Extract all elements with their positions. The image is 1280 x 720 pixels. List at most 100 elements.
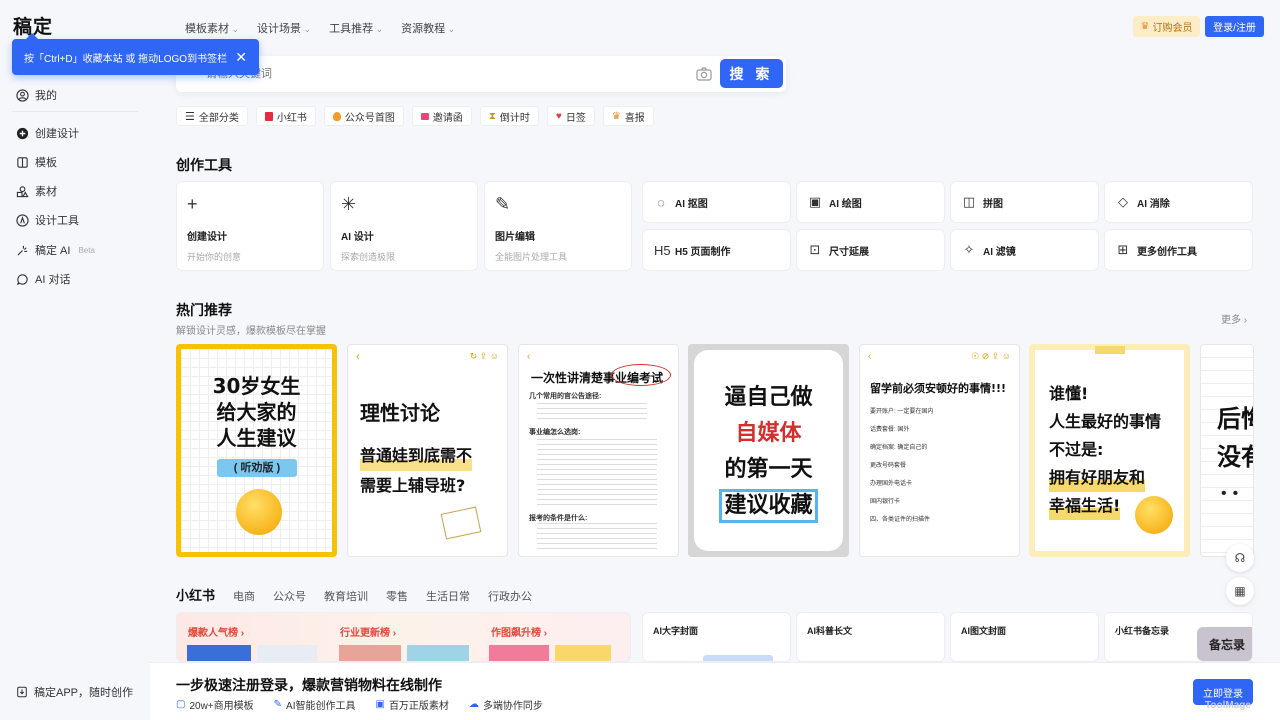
tool-ai-cutout[interactable]: ◌ AI 抠图 (642, 181, 791, 223)
card-line: 幸福生活! (1049, 492, 1121, 520)
nav-resource-tutorial[interactable]: 资源教程 (401, 20, 455, 36)
scene-card-title: AI大字封面 (653, 626, 699, 636)
tab-retail[interactable]: 零售 (386, 588, 408, 604)
category-chips: ☰ 全部分类 小红书 公众号首图 邀请函 ⧗ 倒计时 ♥ 日签 ♛ 喜报 (176, 106, 654, 126)
template-icon (17, 156, 28, 168)
category-label: 公众号首图 (344, 112, 395, 124)
template-card[interactable]: 30岁女生 给大家的 人生建议 ( 听劝版 ) (176, 344, 337, 557)
sidebar-item-material[interactable]: 素材 (16, 183, 57, 199)
thumbnail[interactable] (257, 645, 317, 661)
sidebar-item-ai[interactable]: 稿定 AI Beta (16, 242, 95, 258)
feature-sync: ☁ 多端协作同步 (468, 699, 543, 712)
tool-label: 更多创作工具 (1137, 246, 1197, 258)
template-card[interactable]: ‹ 一次性讲清楚事业编考试 几个常用的官公告途径: 事业编怎么选岗: 报考的条件… (518, 344, 679, 557)
nav-tool-recommend[interactable]: 工具推荐 (329, 20, 383, 36)
vip-label: 订购会员 (1152, 23, 1193, 34)
watermark: ToolMage (1205, 700, 1251, 711)
card-line: 建议收藏 (719, 489, 818, 523)
template-card[interactable]: 后悔 没有 •• (1200, 344, 1254, 557)
tool-collage[interactable]: ◫ 拼图 (950, 181, 1099, 223)
category-good-news[interactable]: ♛ 喜报 (602, 106, 654, 126)
nav-template-material[interactable]: 模板素材 (185, 20, 239, 36)
tab-daily-life[interactable]: 生活日常 (426, 588, 470, 604)
search-input[interactable] (206, 64, 686, 84)
thumbnail[interactable] (555, 645, 611, 661)
template-card[interactable]: ‹ ☉ ⊘ ⇪ ☺ 留学前必须安顿好的事情!!! 要开账户: 一定要在国内 话费… (859, 344, 1020, 557)
scene-card-title: AI图文封面 (961, 626, 1007, 636)
scene-card[interactable]: AI大字封面 (642, 612, 791, 662)
sparkle-icon: ✳ (341, 194, 357, 214)
tool-more[interactable]: ⊞ 更多创作工具 (1104, 229, 1253, 271)
calculator-icon[interactable]: ▦ (1226, 577, 1254, 605)
sidebar-item-label: 模板 (35, 157, 57, 169)
sidebar-divider (12, 111, 138, 112)
category-label: 小红书 (276, 112, 307, 124)
thumbnail[interactable] (489, 645, 549, 661)
sidebar-item-ai-chat[interactable]: AI 对话 (16, 271, 70, 287)
category-countdown[interactable]: ⧗ 倒计时 (479, 106, 539, 126)
category-all[interactable]: ☰ 全部分类 (176, 106, 248, 126)
category-wechat-cover[interactable]: 公众号首图 (323, 106, 404, 126)
search-box (176, 56, 786, 92)
login-button[interactable]: 登录/注册 (1205, 16, 1264, 37)
tool-create-design[interactable]: + 创建设计 开始你的创意 (176, 181, 324, 271)
category-daily-sign[interactable]: ♥ 日签 (546, 106, 595, 126)
sidebar-item-template[interactable]: 模板 (16, 154, 57, 170)
camera-icon[interactable] (696, 67, 712, 81)
nav-design-scene[interactable]: 设计场景 (257, 20, 311, 36)
thumbnail[interactable] (407, 645, 469, 661)
filter-icon: ✧ (963, 242, 975, 257)
tool-label: 拼图 (983, 198, 1003, 210)
tool-label: H5 页面制作 (675, 246, 731, 258)
thumbnail[interactable] (339, 645, 401, 661)
ranking-rising[interactable]: 作图飙升榜 › (491, 624, 547, 639)
tool-ai-filter[interactable]: ✧ AI 滤镜 (950, 229, 1099, 271)
card-title: 留学前必须安顿好的事情!!! (870, 382, 1007, 395)
tool-h5[interactable]: H5 H5 页面制作 (642, 229, 791, 271)
tool-subtitle: 全能图片处理工具 (495, 252, 568, 262)
scene-card[interactable]: 小红书备忘录 备忘录 (1104, 612, 1253, 662)
tab-office[interactable]: 行政办公 (488, 588, 532, 604)
app-download-link[interactable]: 稿定APP，随时创作 (16, 684, 133, 700)
tab-ecommerce[interactable]: 电商 (233, 588, 255, 604)
category-invitation[interactable]: 邀请函 (411, 106, 472, 126)
tab-xiaohongshu[interactable]: 小红书 (176, 585, 215, 604)
sidebar-item-create[interactable]: 创建设计 (16, 125, 79, 141)
scene-card[interactable]: AI科普长文 (796, 612, 945, 662)
sidebar-item-mine[interactable]: 我的 (16, 87, 57, 103)
ai-icon: ✎ (273, 699, 283, 710)
tool-title: AI 设计 (341, 232, 374, 243)
close-icon[interactable]: ✕ (235, 49, 247, 66)
card-title: 理性讨论 (360, 401, 440, 425)
tool-resize[interactable]: ⊡ 尺寸延展 (796, 229, 945, 271)
sidebar: 稿定 我的 创建设计 模板 素材 设计工具 稿定 AI Beta AI 对话 稿… (0, 0, 150, 720)
headset-icon[interactable]: ☊ (1226, 544, 1254, 572)
tool-ai-draw[interactable]: ▣ AI 绘图 (796, 181, 945, 223)
sidebar-item-design-tools[interactable]: 设计工具 (16, 212, 79, 228)
category-label: 邀请函 (432, 112, 463, 124)
scene-card[interactable]: AI图文封面 (950, 612, 1099, 662)
tool-ai-design[interactable]: ✳ AI 设计 探索创造极限 (330, 181, 478, 271)
back-icon: ‹ (868, 351, 872, 362)
thumbnail[interactable] (187, 645, 251, 661)
plus-icon: + (187, 194, 198, 214)
more-link[interactable]: 更多 › (1221, 311, 1247, 326)
tab-education[interactable]: 教育培训 (324, 588, 368, 604)
search-button[interactable]: 搜 索 (720, 59, 783, 88)
vip-button[interactable]: ♛ 订购会员 (1133, 16, 1200, 37)
tool-subtitle: 探索创造极限 (341, 252, 396, 262)
template-card[interactable]: 逼自己做 自媒体 的第一天 建议收藏 (688, 344, 849, 557)
tab-wechat[interactable]: 公众号 (273, 588, 306, 604)
template-card[interactable]: ‹ ↻ ⇪ ☺ 理性讨论 普通娃到底需不 需要上辅导班? (347, 344, 508, 557)
ranking-card: 爆款人气榜 › 行业更新榜 › 作图飙升榜 › (176, 612, 631, 662)
tool-label: 尺寸延展 (829, 246, 869, 258)
back-icon: ‹ (356, 351, 360, 363)
category-xiaohongshu[interactable]: 小红书 (255, 106, 316, 126)
ranking-hot[interactable]: 爆款人气榜 › (188, 624, 244, 639)
ranking-industry[interactable]: 行业更新榜 › (340, 624, 396, 639)
highlight-circle (611, 364, 671, 386)
card-line: 拥有好朋友和 (1049, 464, 1146, 492)
tool-ai-erase[interactable]: ◇ AI 消除 (1104, 181, 1253, 223)
tool-image-edit[interactable]: ✎ 图片编辑 全能图片处理工具 (484, 181, 632, 271)
template-card[interactable]: 谁懂! 人生最好的事情 不过是: 拥有好朋友和 幸福生活! (1029, 344, 1190, 557)
